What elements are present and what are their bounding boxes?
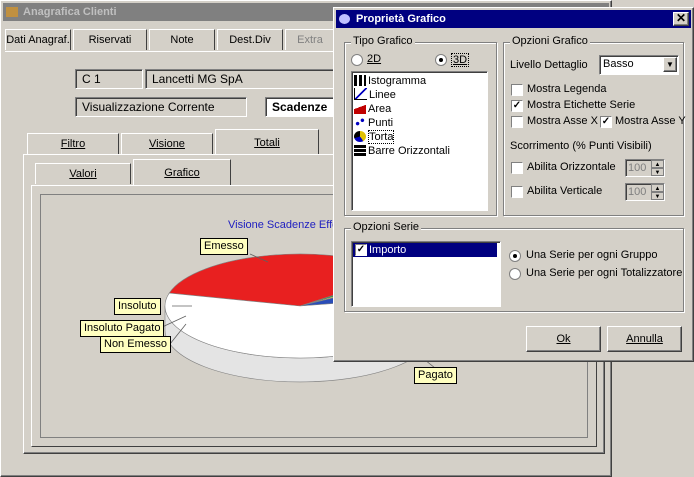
annulla-button[interactable]: Annulla — [607, 326, 682, 352]
dialog-app-icon — [339, 14, 350, 24]
hbar-chart-icon — [354, 145, 366, 156]
tipo-grafico-group: Tipo Grafico 2D 3D Istogramma Linee Area… — [344, 35, 497, 216]
scorrimento-label: Scorrimento (% Punti Visibili) — [510, 140, 652, 152]
list-item-barre-orizzontali[interactable]: Barre Orizzontali — [354, 144, 450, 158]
mostra-asse-y-checkbox[interactable]: ✓ — [600, 116, 612, 128]
radio-serie-totalizzatore-label: Una Serie per ogni Totalizzatore — [526, 267, 683, 279]
radio-2d[interactable] — [351, 54, 363, 66]
tipo-grafico-label: Tipo Grafico — [351, 35, 415, 47]
chart-type-list[interactable]: Istogramma Linee Area Punti Torta Barre … — [351, 71, 488, 211]
livello-dettaglio-label: Livello Dettaglio — [510, 59, 588, 71]
abilita-orizzontale-label: Abilita Orizzontale — [527, 161, 616, 173]
chart-label-emesso: Emesso — [200, 238, 248, 255]
opzioni-serie-label: Opzioni Serie — [351, 221, 422, 233]
pie-chart-icon — [354, 131, 366, 142]
spin-up-icon[interactable]: ▲ — [651, 160, 664, 168]
ok-button[interactable]: Ok — [526, 326, 601, 352]
properties-dialog: Proprietà Grafico ✕ Tipo Grafico 2D 3D I… — [333, 7, 694, 362]
radio-3d-label: 3D — [451, 53, 470, 67]
abilita-verticale-label: Abilita Verticale — [527, 185, 603, 197]
chart-label-insoluto-pagato: Insoluto Pagato — [80, 320, 165, 337]
bar-chart-icon — [354, 75, 366, 86]
verticale-spin-buttons[interactable]: ▲ ▼ — [651, 184, 664, 200]
opzioni-grafico-label: Opzioni Grafico — [510, 35, 590, 47]
chart-label-non-emesso: Non Emesso — [100, 336, 171, 353]
spin-down-icon[interactable]: ▼ — [651, 168, 664, 176]
area-chart-icon — [354, 103, 366, 114]
spin-up-icon[interactable]: ▲ — [651, 184, 664, 192]
mostra-etichette-checkbox[interactable]: ✓ — [511, 100, 523, 112]
livello-dettaglio-select[interactable]: Basso ▼ — [599, 55, 679, 75]
series-item-importo[interactable]: ✓ Importo — [353, 243, 497, 257]
spin-down-icon[interactable]: ▼ — [651, 192, 664, 200]
orizzontale-spinner[interactable]: 100 ▲ ▼ — [625, 159, 665, 177]
list-item-istogramma[interactable]: Istogramma — [354, 74, 426, 88]
mostra-asse-x-checkbox[interactable] — [511, 116, 523, 128]
scatter-chart-icon — [354, 117, 366, 128]
mostra-etichette-label: Mostra Etichette Serie — [527, 99, 636, 111]
abilita-orizzontale-checkbox[interactable] — [511, 162, 523, 174]
dialog-title-bar[interactable]: Proprietà Grafico ✕ — [336, 10, 691, 28]
abilita-verticale-checkbox[interactable] — [511, 186, 523, 198]
list-item-area[interactable]: Area — [354, 102, 391, 116]
mostra-asse-x-label: Mostra Asse X — [527, 115, 598, 127]
radio-2d-label: 2D — [367, 53, 382, 65]
radio-serie-gruppo-label: Una Serie per ogni Gruppo — [526, 249, 658, 261]
orizzontale-spin-buttons[interactable]: ▲ ▼ — [651, 160, 664, 176]
radio-serie-totalizzatore[interactable] — [509, 268, 521, 280]
series-list[interactable]: ✓ Importo — [351, 241, 501, 307]
line-chart-icon — [354, 88, 367, 100]
mostra-asse-y-label: Mostra Asse Y — [615, 115, 686, 127]
radio-3d[interactable] — [435, 54, 447, 66]
chevron-down-icon[interactable]: ▼ — [663, 57, 677, 72]
radio-serie-gruppo[interactable] — [509, 250, 521, 262]
mostra-legenda-checkbox[interactable] — [511, 84, 523, 96]
mostra-legenda-label: Mostra Legenda — [527, 83, 607, 95]
close-icon[interactable]: ✕ — [673, 12, 689, 26]
list-item-linee[interactable]: Linee — [354, 88, 396, 102]
chart-label-insoluto: Insoluto — [114, 298, 161, 315]
list-item-punti[interactable]: Punti — [354, 116, 393, 130]
series-importo-checkbox[interactable]: ✓ — [355, 244, 367, 256]
opzioni-serie-group: Opzioni Serie ✓ Importo Una Serie per og… — [344, 221, 684, 312]
chart-label-pagato: Pagato — [414, 367, 457, 384]
chart-title: Visione Scadenze Effe — [228, 219, 338, 231]
dialog-title: Proprietà Grafico — [356, 13, 446, 25]
verticale-spinner[interactable]: 100 ▲ ▼ — [625, 183, 665, 201]
list-item-torta[interactable]: Torta — [354, 130, 395, 144]
opzioni-grafico-group: Opzioni Grafico Livello Dettaglio Basso … — [503, 35, 686, 216]
